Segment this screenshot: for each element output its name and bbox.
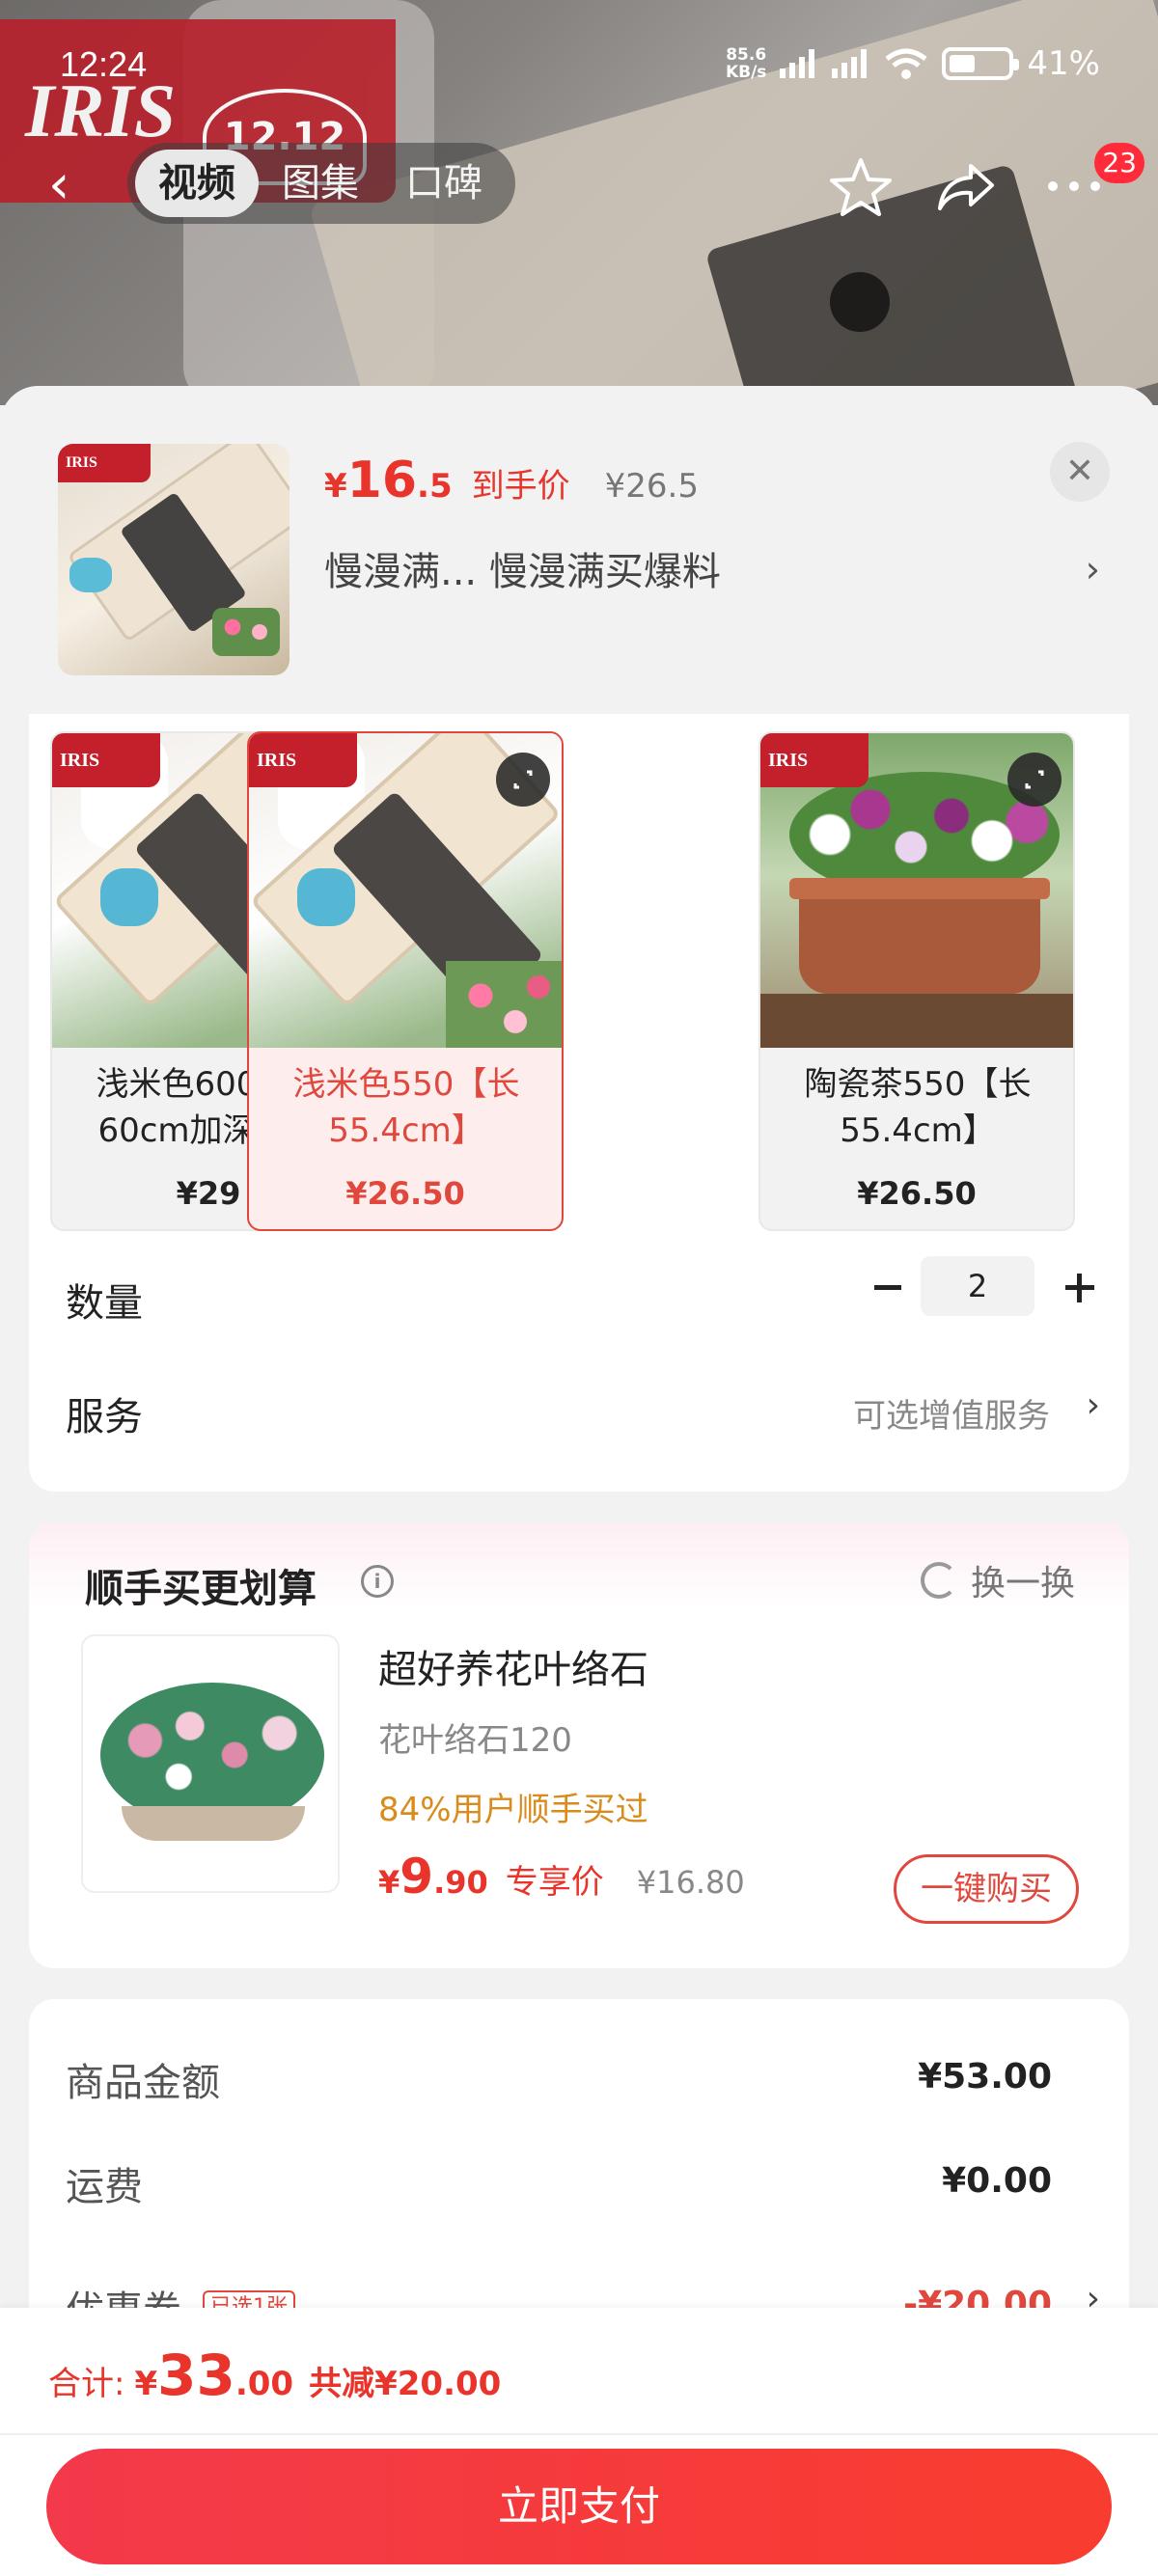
quantity-input[interactable]: 2 — [921, 1256, 1034, 1316]
tab-video[interactable]: 视频 — [135, 150, 259, 217]
top-nav: ‹ 视频 图集 口碑 23 — [0, 143, 1158, 230]
media-tabs: 视频 图集 口碑 — [127, 143, 515, 224]
battery-level: 41% — [1027, 44, 1100, 83]
promo-text[interactable]: 慢漫满... 慢漫满买爆料 — [324, 540, 1096, 596]
tab-gallery[interactable]: 图集 — [259, 150, 382, 217]
addon-original-price: ¥16.80 — [636, 1864, 745, 1901]
info-icon[interactable]: i — [361, 1565, 394, 1598]
variant-price: ¥26.50 — [345, 1175, 465, 1212]
variant-option[interactable]: IRIS 陶瓷茶550【长55.4cm】 ¥26.50 — [758, 731, 1075, 1231]
addon-stat: 84%用户顺手买过 — [378, 1791, 648, 1829]
product-thumbnail[interactable]: IRIS — [58, 444, 290, 675]
service-label: 服务 — [66, 1395, 143, 1439]
quantity-increase-button[interactable] — [1050, 1258, 1108, 1316]
variant-name: 陶瓷茶550【长55.4cm】 — [804, 1065, 1032, 1150]
total-integer: 33 — [157, 2343, 235, 2408]
addon-image[interactable] — [81, 1634, 340, 1893]
favorite-star-icon[interactable] — [826, 152, 896, 222]
purchase-sheet: IRIS ¥ 16 .5 到手价 ¥26.5 慢漫满... 慢漫满买爆料 › ✕… — [0, 386, 1158, 2576]
addon-title: 顺手买更划算 — [85, 1567, 317, 1611]
quantity-decrease-button[interactable] — [859, 1258, 917, 1316]
quantity-label: 数量 — [66, 1281, 143, 1326]
variant-image: IRIS — [760, 733, 1073, 1048]
original-price: ¥26.5 — [604, 467, 699, 506]
expand-icon[interactable] — [1007, 753, 1062, 807]
total-decimal: .00 — [234, 2365, 294, 2403]
variant-price: ¥26.50 — [857, 1175, 977, 1212]
more-icon[interactable] — [1048, 181, 1100, 191]
variant-option-selected[interactable]: IRIS 浅米色550【长55.4cm】 ¥26.50 — [247, 731, 564, 1231]
status-time: 12:24 — [60, 44, 148, 84]
chevron-right-icon[interactable]: › — [1087, 1385, 1100, 1425]
variant-name: 浅米色550【长55.4cm】 — [292, 1065, 520, 1150]
total-label: 合计: — [48, 2365, 125, 2403]
pay-now-button[interactable]: 立即支付 — [46, 2449, 1112, 2564]
goods-amount-value: ¥53.00 — [918, 2057, 1052, 2096]
variant-image: IRIS — [249, 733, 562, 1048]
price-integer: 16 — [346, 452, 418, 509]
total-discount: 共减¥20.00 — [309, 2365, 502, 2403]
chevron-right-icon[interactable]: › — [1086, 548, 1100, 590]
refresh-button[interactable]: 换一换 — [920, 1555, 1075, 1605]
close-button[interactable]: ✕ — [1050, 442, 1110, 502]
variant-brand-badge: IRIS — [249, 733, 357, 787]
price-decimal: .5 — [417, 467, 453, 506]
addon-spec: 花叶络石120 — [378, 1721, 572, 1760]
quick-buy-button[interactable]: 一键购买 — [894, 1854, 1079, 1924]
variant-brand-badge: IRIS — [52, 733, 160, 787]
network-speed: 85.6 KB/s — [725, 45, 767, 82]
variant-selector: IRIS 浅米色600【长60cm加深款】 ¥29 IRIS 浅米色550【长5… — [29, 714, 1129, 1492]
signal-icon-2 — [832, 49, 870, 78]
order-total: 合计: ¥ 33 .00 共减¥20.00 — [48, 2343, 502, 2408]
tab-reviews[interactable]: 口碑 — [382, 150, 506, 217]
hero-drain-hole — [830, 272, 890, 332]
addon-recommendation: 顺手买更划算 i 换一换 超好养花叶络石 花叶络石120 84%用户顺手买过 ¥… — [29, 1522, 1129, 1968]
divider — [0, 2433, 1158, 2435]
thumbnail-brand-badge: IRIS — [58, 444, 151, 482]
variant-brand-badge: IRIS — [760, 733, 868, 787]
signal-icon — [780, 49, 818, 78]
battery-icon — [942, 47, 1020, 80]
addon-name: 超好养花叶络石 — [378, 1648, 648, 1692]
refresh-icon — [920, 1562, 957, 1599]
shipping-value: ¥0.00 — [942, 2161, 1052, 2201]
goods-amount-label: 商品金额 — [66, 2061, 220, 2105]
price-tag: 到手价 — [471, 467, 570, 506]
share-icon[interactable] — [932, 152, 1002, 222]
addon-price: ¥ 9 .90 专享价 ¥16.80 — [378, 1849, 745, 1905]
expand-icon[interactable] — [496, 753, 550, 807]
wifi-icon — [885, 48, 927, 79]
status-bar: 12:24 85.6 KB/s 41% — [0, 39, 1158, 96]
service-option[interactable]: 可选增值服务 — [853, 1389, 1050, 1437]
status-indicators: 85.6 KB/s 41% — [726, 44, 1100, 83]
final-price: ¥ 16 .5 到手价 ¥26.5 — [324, 452, 699, 509]
addon-price-tag: 专享价 — [505, 1863, 604, 1902]
checkout-footer: 合计: ¥ 33 .00 共减¥20.00 立即支付 — [0, 2308, 1158, 2576]
product-summary: IRIS ¥ 16 .5 到手价 ¥26.5 慢漫满... 慢漫满买爆料 › ✕ — [0, 386, 1158, 714]
shipping-label: 运费 — [66, 2165, 143, 2209]
message-badge: 23 — [1094, 143, 1144, 183]
back-button[interactable]: ‹ — [48, 156, 106, 214]
